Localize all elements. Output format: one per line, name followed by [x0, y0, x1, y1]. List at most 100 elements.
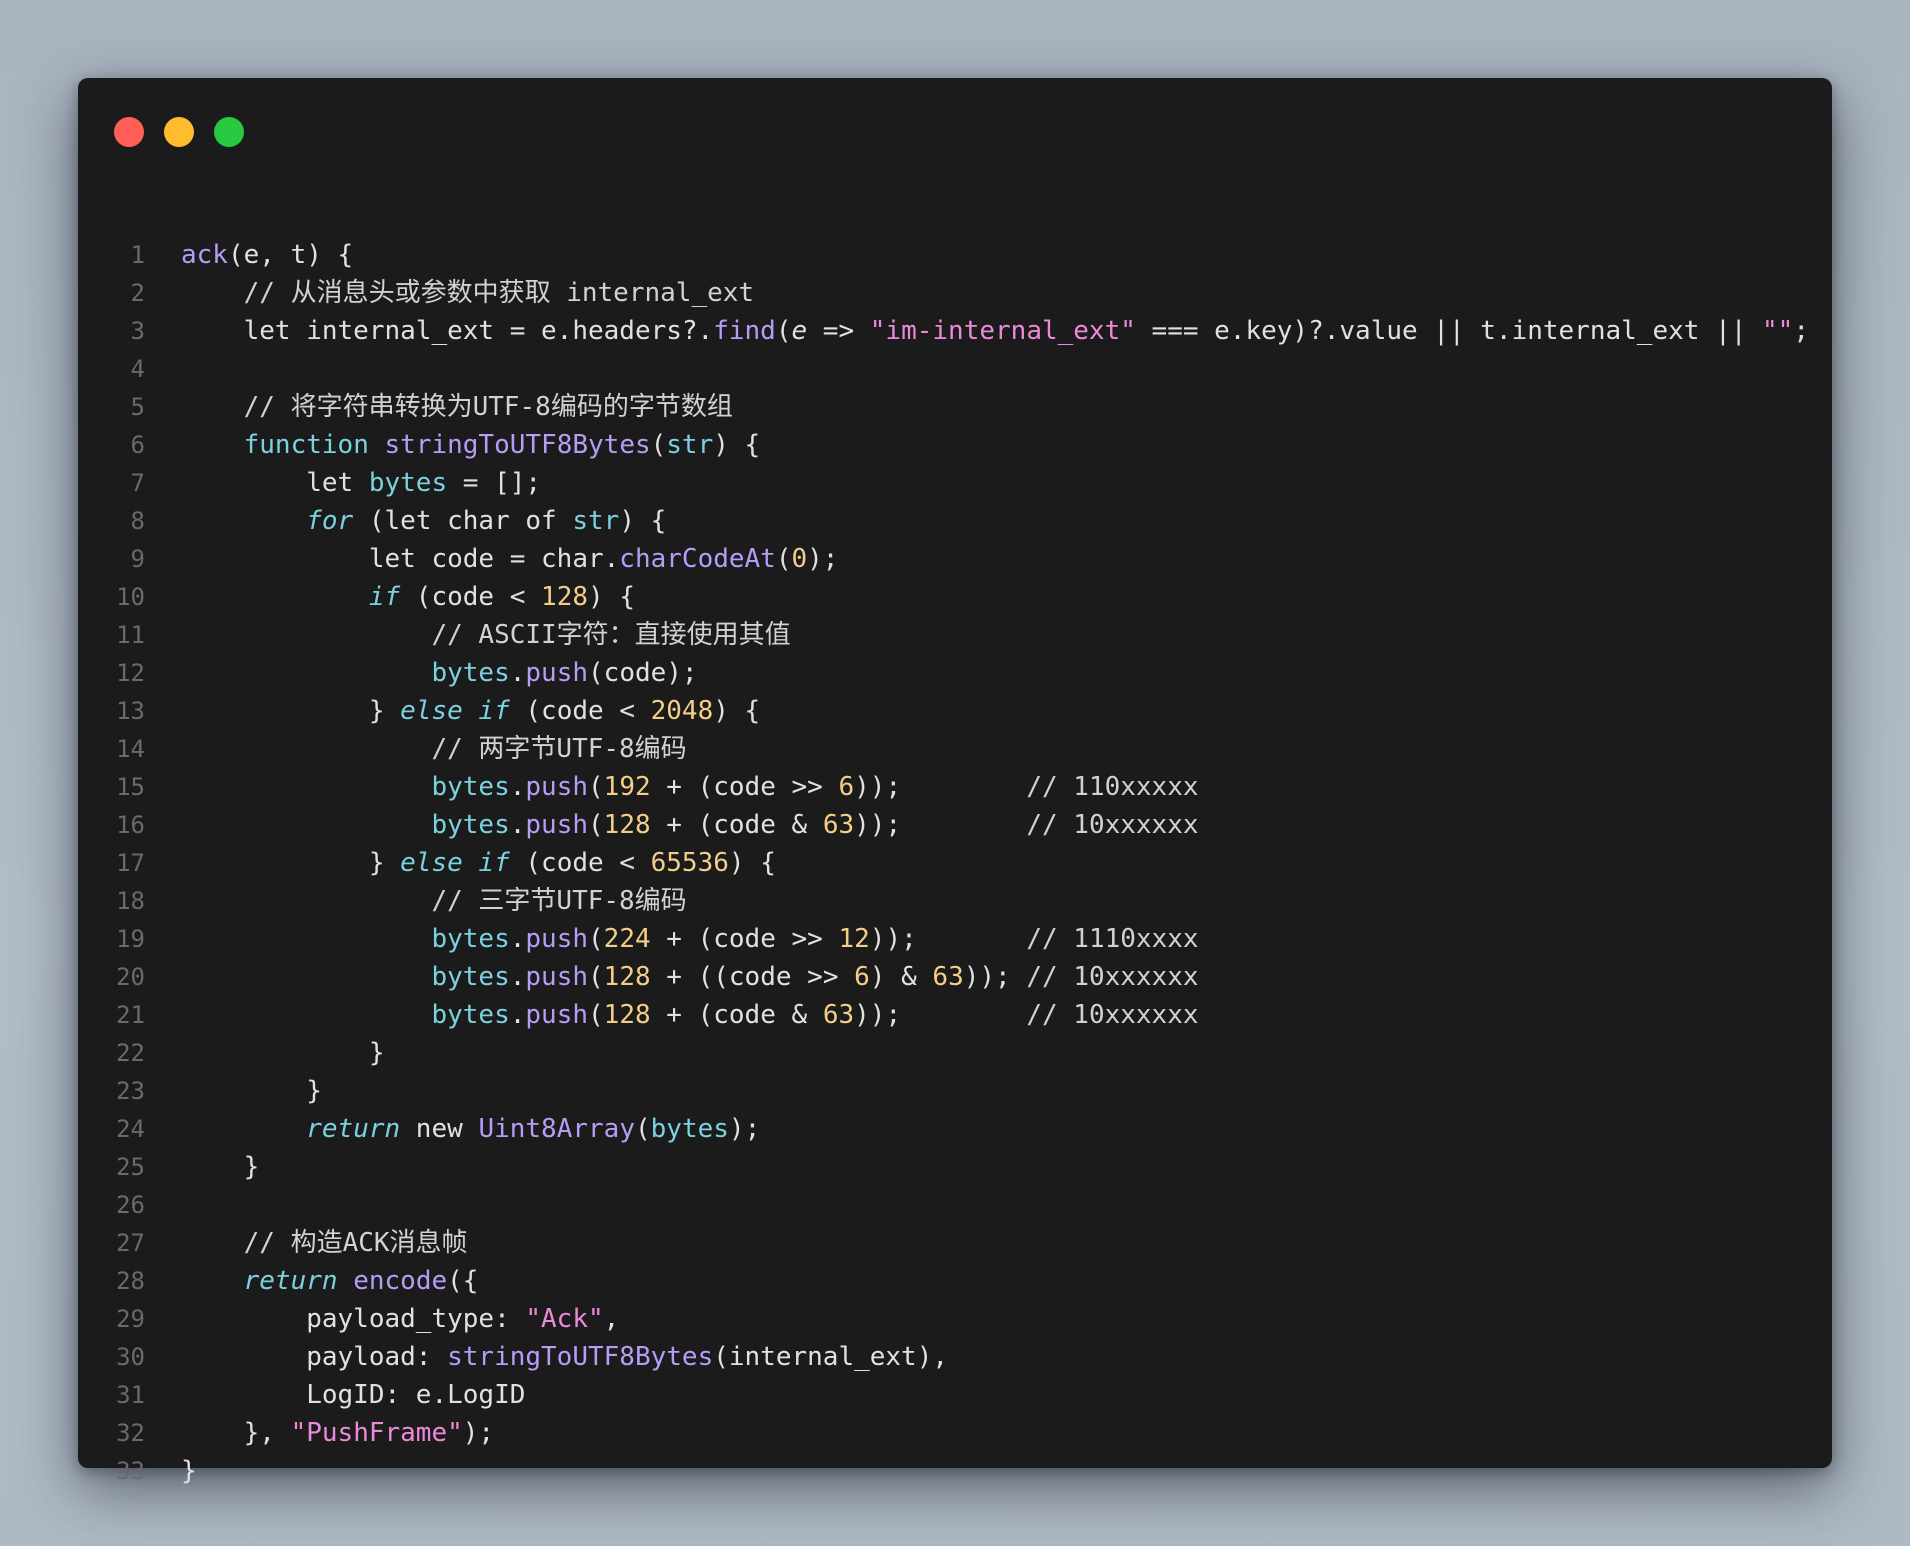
- code-token: "im-internal_ext": [869, 316, 1136, 346]
- code-token: (: [588, 962, 604, 992]
- line-code: bytes.push(224 + (code >> 12)); // 1110x…: [181, 920, 1199, 958]
- line-number: 2: [130, 279, 145, 307]
- code-token: ) {: [619, 506, 667, 536]
- code-token: push: [525, 1000, 589, 1030]
- code-token: = [];: [447, 468, 542, 498]
- code-line: 9 let code = char.charCodeAt(0);: [78, 540, 1832, 578]
- code-window: 1 ack(e, t) { 2 // 从消息头或参数中获取 internal_ext…: [78, 78, 1832, 1486]
- code-token: ;: [1793, 316, 1809, 346]
- line-number: 6: [130, 431, 145, 459]
- line-code: bytes.push(128 + ((code >> 6) & 63)); //…: [181, 958, 1198, 996]
- code-token: ) {: [728, 848, 776, 878]
- code-token: ,: [603, 1304, 620, 1334]
- code-token: + ((code >>: [650, 962, 855, 992]
- code-token: }: [181, 848, 401, 878]
- line-number: 20: [116, 963, 145, 991]
- code-token: (e, t) {: [227, 240, 354, 270]
- code-token: // 三字节UTF-8编码: [181, 886, 687, 916]
- code-token: (let char of: [353, 506, 573, 536]
- code-token: ) &: [869, 962, 933, 992]
- code-token: "Ack": [525, 1304, 604, 1334]
- code-line: 16 bytes.push(128 + (code & 63)); // 10x…: [78, 806, 1832, 844]
- line-number: 3: [130, 317, 145, 345]
- code-token: }: [181, 696, 401, 726]
- code-token: ({: [447, 1266, 479, 1296]
- code-line: 22 }: [78, 1034, 1832, 1072]
- line-number: 5: [130, 393, 145, 421]
- line-code: for (let char of str) {: [181, 502, 666, 540]
- code-token: 128: [603, 1000, 651, 1030]
- code-token: // 10xxxxxx: [1026, 1000, 1199, 1030]
- code-token: "PushFrame": [290, 1418, 463, 1448]
- code-token: find: [713, 316, 776, 346]
- line-code: // ASCII字符：直接使用其值: [181, 616, 790, 654]
- code-token: // 1110xxxx: [1026, 924, 1199, 954]
- code-token: 192: [603, 772, 651, 802]
- code-token: encode: [353, 1266, 448, 1296]
- line-number: 4: [130, 355, 145, 383]
- code-token: // 将字符串转换为UTF-8编码的字节数组: [181, 392, 733, 422]
- line-number: 15: [116, 773, 145, 801]
- code-token: (: [634, 1114, 651, 1144]
- code-token: 128: [603, 810, 651, 840]
- line-code: function stringToUTF8Bytes(str) {: [181, 426, 761, 464]
- code-line: 10 if (code < 128) {: [78, 578, 1832, 616]
- minimize-button[interactable]: [164, 117, 194, 147]
- code-token: .: [509, 658, 526, 688]
- code-token: function: [243, 430, 369, 460]
- code-token: ) {: [713, 430, 761, 460]
- line-code: }: [181, 1072, 322, 1110]
- line-code: // 两字节UTF-8编码: [181, 730, 687, 768]
- line-code: let internal_ext = e.headers?.find(e => …: [181, 312, 1809, 350]
- code-token: (internal_ext),: [713, 1342, 949, 1372]
- line-number: 18: [116, 887, 145, 915]
- close-button[interactable]: [114, 117, 144, 147]
- code-token: ));: [869, 924, 1027, 954]
- line-code: payload_type: "Ack",: [181, 1300, 619, 1338]
- code-token: return: [306, 1114, 401, 1144]
- code-token: }: [181, 1152, 260, 1182]
- code-token: .: [509, 924, 526, 954]
- code-line: 7 let bytes = [];: [78, 464, 1832, 502]
- code-token: // 两字节UTF-8编码: [181, 734, 687, 764]
- code-token: bytes: [431, 924, 510, 954]
- code-token: charCodeAt: [619, 544, 776, 574]
- line-number: 30: [116, 1343, 145, 1371]
- code-token: 128: [541, 582, 589, 612]
- code-token: }: [181, 1038, 385, 1068]
- code-token: + (code >>: [650, 772, 839, 802]
- line-code: if (code < 128) {: [181, 578, 635, 616]
- code-token: === e.key)?.value || t.internal_ext ||: [1135, 316, 1763, 346]
- code-token: (code);: [588, 658, 698, 688]
- line-code: } else if (code < 2048) {: [181, 692, 760, 730]
- code-editor[interactable]: 1 ack(e, t) { 2 // 从消息头或参数中获取 internal_ext…: [78, 236, 1832, 1490]
- line-number: 25: [116, 1153, 145, 1181]
- code-line: 12 bytes.push(code);: [78, 654, 1832, 692]
- code-token: ack: [181, 240, 228, 270]
- code-token: ));: [854, 810, 1027, 840]
- code-token: bytes: [431, 1000, 510, 1030]
- code-token: let: [181, 468, 369, 498]
- code-token: stringToUTF8Bytes: [384, 430, 651, 460]
- code-token: payload_type:: [181, 1304, 526, 1334]
- code-token: push: [525, 658, 589, 688]
- code-token: "": [1762, 316, 1794, 346]
- code-line: 27 // 构造ACK消息帧: [78, 1224, 1832, 1262]
- code-token: // 从消息头或参数中获取 internal_ext: [181, 278, 755, 308]
- code-token: + (code &: [650, 1000, 823, 1030]
- code-token: ));: [963, 962, 1027, 992]
- code-token: payload:: [181, 1342, 448, 1372]
- line-code: let code = char.charCodeAt(0);: [181, 540, 839, 578]
- code-token: bytes: [368, 468, 448, 498]
- code-token: stringToUTF8Bytes: [447, 1342, 714, 1372]
- line-number: 33: [116, 1457, 145, 1485]
- line-number: 22: [116, 1039, 145, 1067]
- code-token: push: [525, 810, 589, 840]
- maximize-button[interactable]: [214, 117, 244, 147]
- line-number: 1: [130, 241, 145, 269]
- line-number: 7: [130, 469, 145, 497]
